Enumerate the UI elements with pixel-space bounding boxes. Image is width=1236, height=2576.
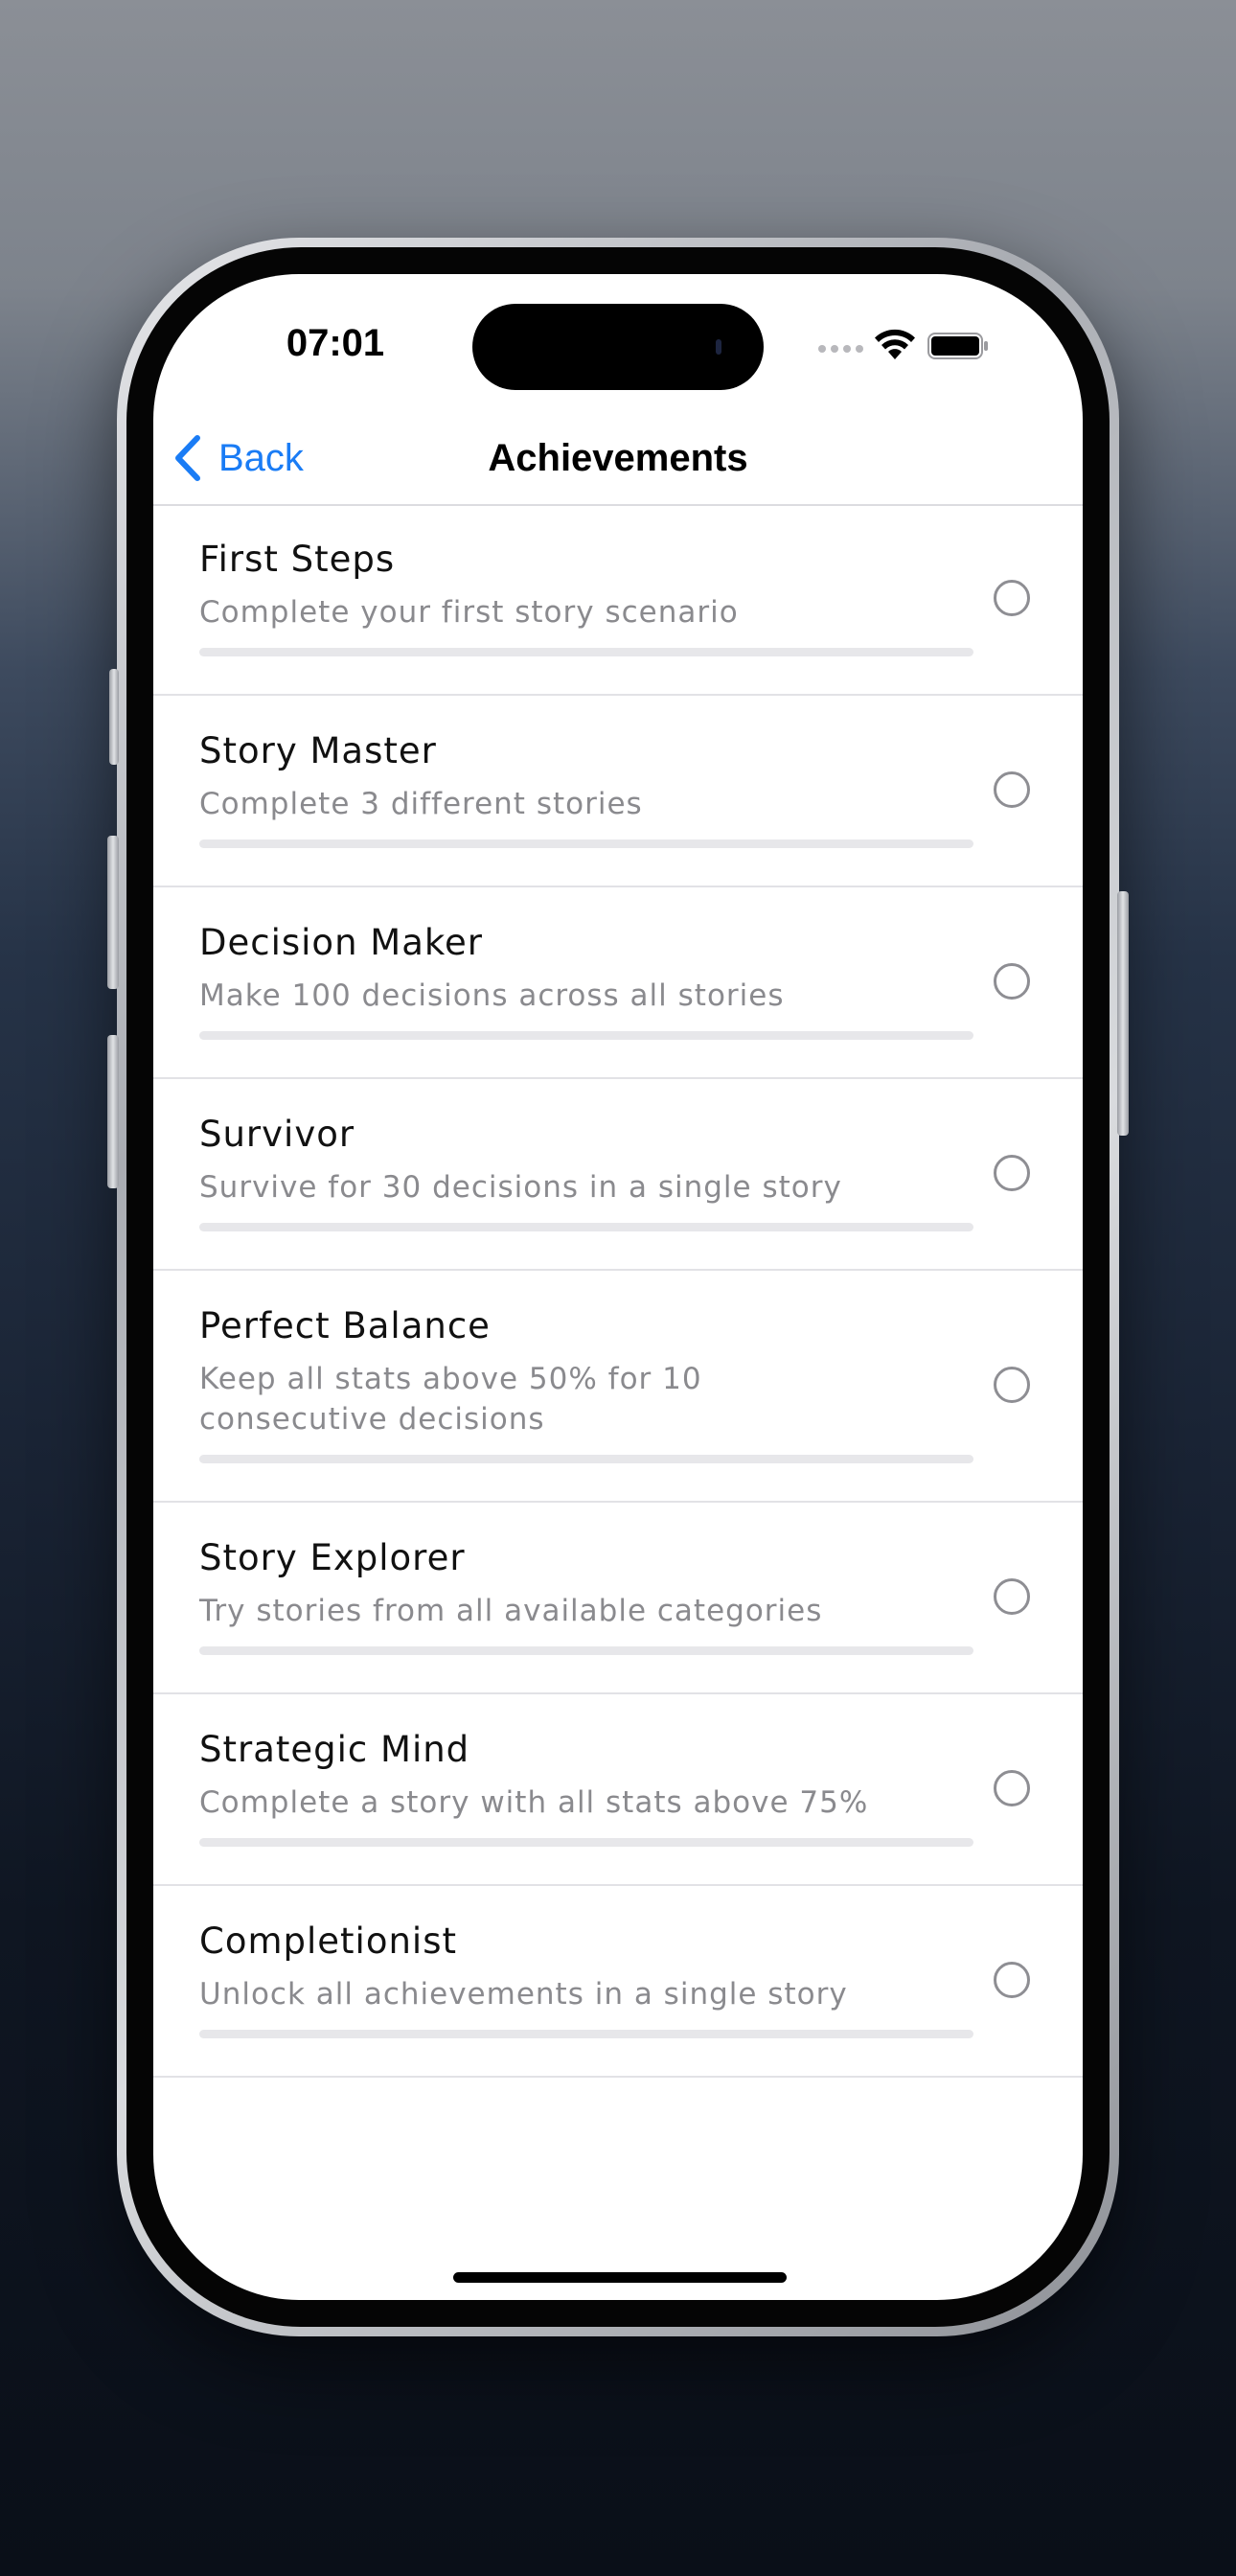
achievement-description: Complete 3 different stories bbox=[199, 787, 643, 821]
locked-circle-icon bbox=[994, 963, 1030, 1000]
locked-circle-icon bbox=[994, 1770, 1030, 1806]
page-title: Achievements bbox=[488, 437, 748, 479]
achievement-title: Strategic Mind bbox=[199, 1729, 470, 1770]
progress-bar bbox=[199, 648, 973, 656]
status-icons bbox=[814, 327, 1006, 365]
achievement-title: Story Master bbox=[199, 730, 437, 771]
progress-bar bbox=[199, 2030, 973, 2038]
locked-circle-icon bbox=[994, 771, 1030, 808]
achievement-item[interactable]: Survivor Survive for 30 decisions in a s… bbox=[153, 1079, 1083, 1271]
achievement-description: Complete a story with all stats above 75… bbox=[199, 1785, 869, 1820]
achievement-list: First Steps Complete your first story sc… bbox=[153, 504, 1083, 2078]
navigation-bar: Back Achievements bbox=[153, 418, 1083, 506]
battery-icon bbox=[927, 333, 988, 359]
locked-circle-icon bbox=[994, 580, 1030, 616]
progress-bar bbox=[199, 1646, 973, 1655]
progress-bar bbox=[199, 1223, 973, 1231]
achievement-title: Story Explorer bbox=[199, 1537, 466, 1578]
achievement-title: Perfect Balance bbox=[199, 1305, 491, 1346]
achievement-item[interactable]: First Steps Complete your first story sc… bbox=[153, 504, 1083, 696]
locked-circle-icon bbox=[994, 1578, 1030, 1615]
camera-icon bbox=[716, 339, 721, 355]
achievement-description: Try stories from all available categorie… bbox=[199, 1594, 823, 1628]
achievement-item[interactable]: Strategic Mind Complete a story with all… bbox=[153, 1694, 1083, 1886]
status-time: 07:01 bbox=[286, 322, 385, 364]
dynamic-island bbox=[472, 304, 764, 390]
achievement-title: Survivor bbox=[199, 1114, 355, 1155]
action-button bbox=[109, 669, 119, 765]
volume-down-button bbox=[107, 1035, 119, 1188]
achievement-title: Decision Maker bbox=[199, 922, 483, 963]
locked-circle-icon bbox=[994, 1367, 1030, 1403]
achievement-item[interactable]: Perfect Balance Keep all stats above 50%… bbox=[153, 1271, 1083, 1503]
locked-circle-icon bbox=[994, 1155, 1030, 1191]
progress-bar bbox=[199, 1031, 973, 1040]
achievement-description: Make 100 decisions across all stories bbox=[199, 978, 785, 1013]
achievement-title: First Steps bbox=[199, 539, 396, 580]
locked-circle-icon bbox=[994, 1962, 1030, 1998]
achievement-description: Unlock all achievements in a single stor… bbox=[199, 1977, 848, 2012]
achievement-item[interactable]: Decision Maker Make 100 decisions across… bbox=[153, 887, 1083, 1079]
volume-up-button bbox=[107, 836, 119, 989]
achievement-description: Keep all stats above 50% for 10 consecut… bbox=[199, 1362, 702, 1437]
achievement-description: Survive for 30 decisions in a single sto… bbox=[199, 1170, 842, 1205]
achievement-item[interactable]: Completionist Unlock all achievements in… bbox=[153, 1886, 1083, 2078]
achievement-item[interactable]: Story Master Complete 3 different storie… bbox=[153, 696, 1083, 887]
app-screen: 07:01 Back Achievements First Steps Comp… bbox=[153, 274, 1083, 2300]
progress-bar bbox=[199, 1455, 973, 1463]
cellular-signal-icon bbox=[818, 345, 864, 353]
progress-bar bbox=[199, 840, 973, 848]
progress-bar bbox=[199, 1838, 973, 1847]
home-indicator[interactable] bbox=[453, 2272, 787, 2283]
achievement-description: Complete your first story scenario bbox=[199, 595, 739, 630]
achievement-item[interactable]: Story Explorer Try stories from all avai… bbox=[153, 1503, 1083, 1694]
achievement-title: Completionist bbox=[199, 1920, 457, 1962]
power-button bbox=[1117, 891, 1129, 1136]
wifi-icon bbox=[875, 329, 915, 359]
